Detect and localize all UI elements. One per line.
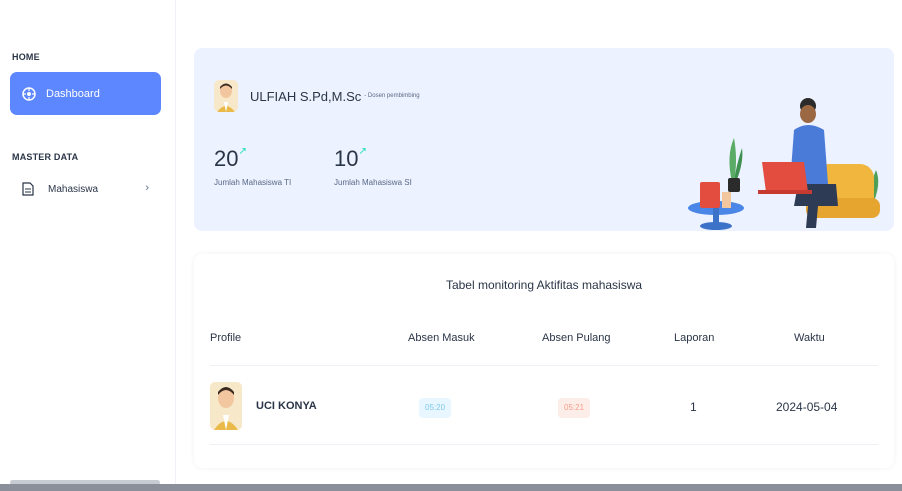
- chevron-right-icon: ›: [145, 182, 149, 194]
- trend-up-icon: ↗: [358, 146, 367, 157]
- absen-pulang-badge: 05:21: [558, 398, 591, 418]
- stat-si-label: Jumlah Mahasiswa SI: [334, 178, 412, 187]
- stat-si-value: 10: [334, 146, 359, 171]
- column-header-waktu: Waktu: [794, 332, 825, 344]
- horizontal-scrollbar[interactable]: [0, 484, 902, 491]
- trend-up-icon: ↗: [238, 146, 247, 157]
- file-icon: [22, 182, 34, 196]
- avatar: [214, 80, 238, 112]
- stat-ti: 20↗ Jumlah Mahasiswa TI: [214, 146, 291, 187]
- table-title: Tabel monitoring Aktifitas mahasiswa: [445, 278, 643, 292]
- welcome-illustration: [688, 98, 880, 230]
- monitoring-table-card: Tabel monitoring Aktifitas mahasiswa Pro…: [194, 254, 894, 468]
- stat-ti-value: 20: [214, 146, 239, 171]
- home-section-label: HOME: [12, 52, 40, 62]
- stat-ti-label: Jumlah Mahasiswa TI: [214, 178, 292, 187]
- sidebar-item-mahasiswa[interactable]: Mahasiswa ›: [10, 174, 161, 204]
- row-divider: [210, 444, 878, 445]
- header-divider: [210, 365, 878, 366]
- sidebar-item-mahasiswa-label: Mahasiswa: [48, 183, 99, 195]
- user-name: ULFIAH S.Pd,M.Sc: [250, 88, 362, 104]
- student-name: UCI KONYA: [256, 400, 317, 412]
- column-header-laporan: Laporan: [674, 332, 715, 344]
- user-role: - Dosen pembimbing: [364, 93, 420, 99]
- column-header-profile: Profile: [210, 332, 242, 344]
- laporan-count: 1: [690, 400, 697, 414]
- stat-si: 10↗ Jumlah Mahasiswa SI: [334, 146, 412, 187]
- column-header-absen-masuk: Absen Masuk: [408, 332, 475, 344]
- sidebar-item-dashboard[interactable]: Dashboard: [10, 72, 161, 115]
- waktu-date: 2024-05-04: [776, 400, 838, 414]
- sidebar: HOME Dashboard MASTER DATA Mahasiswa ›: [0, 0, 176, 491]
- avatar: [210, 382, 242, 430]
- column-header-absen-pulang: Absen Pulang: [542, 332, 611, 344]
- welcome-card: ULFIAH S.Pd,M.Sc - Dosen pembimbing 20↗ …: [194, 48, 894, 231]
- master-data-section-label: MASTER DATA: [12, 152, 79, 162]
- absen-masuk-badge: 05:20: [419, 398, 452, 418]
- user-info: ULFIAH S.Pd,M.Sc - Dosen pembimbing: [214, 80, 420, 112]
- sidebar-item-dashboard-label: Dashboard: [46, 87, 100, 100]
- dashboard-icon: [22, 86, 36, 101]
